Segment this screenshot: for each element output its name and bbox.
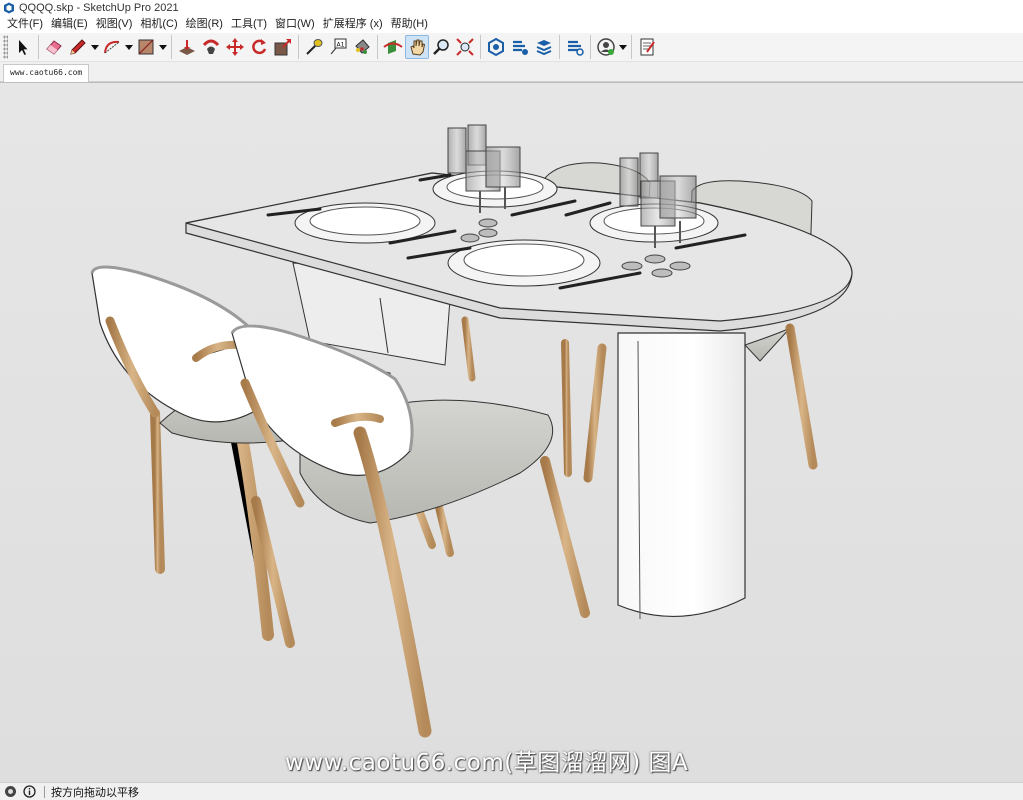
title-bar: QQQQ.skp - SketchUp Pro 2021 (0, 0, 1023, 16)
pencil-tool-button[interactable] (66, 35, 90, 59)
menu-extensions[interactable]: 扩展程序 (x) (319, 16, 387, 33)
status-message: 按方向拖动以平移 (51, 786, 139, 799)
menu-tools[interactable]: 工具(T) (227, 16, 271, 33)
menu-edit[interactable]: 编辑(E) (47, 16, 92, 33)
chevron-down-icon (125, 44, 133, 50)
push-pull-tool-button[interactable] (175, 35, 199, 59)
3d-scene (90, 124, 853, 738)
report-tool-button[interactable] (635, 35, 659, 59)
arc-icon (104, 40, 120, 54)
user-account-icon (597, 38, 615, 56)
hand-pan-icon (410, 39, 426, 56)
extension-manager-icon (568, 40, 584, 56)
zoom-extents-tool-button[interactable] (453, 35, 477, 59)
front-chair-right (230, 324, 590, 738)
arc-dropdown[interactable] (124, 35, 134, 59)
document-tab-strip: www.caotu66.com (0, 62, 1023, 82)
select-tool-button[interactable] (11, 35, 35, 59)
status-separator (44, 785, 45, 798)
scale-icon (274, 39, 291, 56)
sketchup-app-icon (4, 2, 14, 14)
report-document-icon (640, 38, 655, 56)
menu-draw[interactable]: 绘图(R) (182, 16, 227, 33)
menu-camera[interactable]: 相机(C) (136, 16, 181, 33)
pencil-icon (70, 39, 86, 55)
extension-warehouse-tool-button[interactable] (508, 35, 532, 59)
rotate-tool-button[interactable] (247, 35, 271, 59)
menu-view[interactable]: 视图(V) (92, 16, 137, 33)
modeling-viewport[interactable]: www.caotu66.com(草图溜溜网) 图A (0, 82, 1023, 782)
text-label-icon: A1 (330, 38, 347, 55)
menu-help[interactable]: 帮助(H) (387, 16, 432, 33)
toolbar-separator (590, 35, 591, 59)
watermark-text: www.caotu66.com(草图溜溜网) 图A (285, 750, 689, 776)
move-tool-button[interactable] (223, 35, 247, 59)
orbit-icon (383, 40, 403, 54)
toolbar-separator (559, 35, 560, 59)
svg-text:A1: A1 (337, 42, 345, 49)
user-account-dropdown[interactable] (618, 35, 628, 59)
eraser-icon (46, 40, 62, 55)
status-bar: 按方向拖动以平移 (0, 782, 1023, 800)
layout-stack-icon (536, 40, 552, 56)
main-toolbar: A1 (0, 33, 1023, 62)
layout-tool-button[interactable] (532, 35, 556, 59)
toolbar-grip[interactable] (3, 35, 8, 59)
chevron-down-icon (619, 44, 627, 50)
arc-tool-button[interactable] (100, 35, 124, 59)
chevron-down-icon (159, 44, 167, 50)
user-account-tool-button[interactable] (594, 35, 618, 59)
menu-bar: 文件(F) 编辑(E) 视图(V) 相机(C) 绘图(R) 工具(T) 窗口(W… (0, 16, 1023, 33)
move-arrows-icon (226, 38, 244, 56)
info-icon[interactable] (23, 785, 36, 798)
rectangle-dropdown[interactable] (158, 35, 168, 59)
extension-warehouse-icon (513, 40, 528, 55)
menu-file[interactable]: 文件(F) (3, 16, 47, 33)
toolbar-separator (171, 35, 172, 59)
extension-manager-tool-button[interactable] (563, 35, 587, 59)
eraser-tool-button[interactable] (42, 35, 66, 59)
geo-location-icon[interactable] (4, 785, 17, 798)
zoom-tool-button[interactable] (429, 35, 453, 59)
window-title: QQQQ.skp - SketchUp Pro 2021 (19, 2, 179, 14)
paint-bucket-icon (355, 39, 370, 54)
rectangle-shape-icon (138, 39, 154, 55)
scale-tool-button[interactable] (271, 35, 295, 59)
chevron-down-icon (91, 44, 99, 50)
text-tool-button[interactable]: A1 (326, 35, 350, 59)
rectangle-tool-button[interactable] (134, 35, 158, 59)
pan-tool-button[interactable] (405, 35, 429, 59)
3d-warehouse-icon (488, 37, 504, 57)
warehouse-tool-button[interactable] (484, 35, 508, 59)
push-pull-icon (179, 40, 195, 55)
orbit-tool-button[interactable] (381, 35, 405, 59)
toolbar-separator (298, 35, 299, 59)
tape-measure-icon (306, 39, 323, 55)
paint-bucket-tool-button[interactable] (350, 35, 374, 59)
tape-measure-tool-button[interactable] (302, 35, 326, 59)
document-tab[interactable]: www.caotu66.com (3, 64, 90, 82)
menu-window[interactable]: 窗口(W) (271, 16, 319, 33)
follow-me-tool-button[interactable] (199, 35, 223, 59)
pencil-dropdown[interactable] (90, 35, 100, 59)
follow-me-icon (202, 39, 220, 54)
toolbar-separator (38, 35, 39, 59)
toolbar-separator (377, 35, 378, 59)
toolbar-separator (631, 35, 632, 59)
zoom-extents-icon (456, 38, 474, 56)
toolbar-separator (480, 35, 481, 59)
cursor-arrow-icon (19, 40, 28, 55)
rotate-icon (252, 39, 267, 55)
magnifier-icon (433, 39, 449, 55)
